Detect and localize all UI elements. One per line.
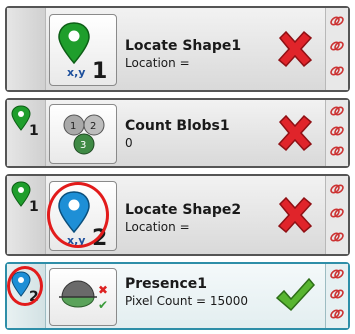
tool-detail: Location = <box>125 220 190 234</box>
locate-shape-icon[interactable]: x,y 1 <box>49 14 117 86</box>
tool-presence1[interactable]: 2 ✖ ✔ Presence1 Pixel Count = 15000 <box>5 262 350 330</box>
highlight-circle <box>47 182 109 248</box>
presence-dome-icon: ✖ ✔ <box>59 280 108 312</box>
tool-detail: Location = <box>125 56 190 70</box>
blob-number: 2 <box>90 121 96 132</box>
chain-link-icon[interactable] <box>329 206 345 220</box>
tool-detail: Pixel Count = 15000 <box>125 294 249 308</box>
chain-link-icon[interactable] <box>329 39 345 53</box>
green-pin-reference-icon: 1 <box>11 105 39 138</box>
count-blobs-icon[interactable]: 1 2 3 <box>49 104 117 164</box>
xy-caption: x,y <box>67 66 85 79</box>
chain-link-icon[interactable] <box>329 307 345 321</box>
tool-reference-strip <box>7 8 46 90</box>
fail-x-icon <box>277 114 313 152</box>
link-strip <box>325 8 348 90</box>
tool-reference-strip: 2 <box>7 264 46 328</box>
link-strip <box>325 264 348 328</box>
chain-link-icon[interactable] <box>329 267 345 281</box>
chain-link-icon[interactable] <box>329 14 345 28</box>
reference-number: 1 <box>29 123 39 138</box>
tool-detail: 0 <box>125 136 133 150</box>
blob-number: 1 <box>70 121 76 132</box>
tool-name: Locate Shape2 <box>125 202 242 218</box>
chain-link-icon[interactable] <box>329 104 345 118</box>
chain-link-icon[interactable] <box>329 230 345 244</box>
svg-text:✖: ✖ <box>98 283 108 297</box>
highlight-circle <box>7 266 43 306</box>
green-pin-icon: x,y 1 <box>58 22 107 84</box>
link-strip <box>325 176 348 254</box>
tool-reference-strip: 1 <box>7 176 46 254</box>
tool-name: Locate Shape1 <box>125 38 242 54</box>
fail-x-icon <box>277 196 313 234</box>
blob-number: 3 <box>80 140 86 151</box>
icon-number: 1 <box>92 59 107 84</box>
tool-reference-strip: 1 <box>7 100 46 166</box>
presence-icon[interactable]: ✖ ✔ <box>49 268 117 326</box>
reference-number: 1 <box>29 199 39 214</box>
tool-locate-shape1[interactable]: x,y 1 Locate Shape1 Location = <box>5 6 350 92</box>
tool-name: Count Blobs1 <box>125 118 230 134</box>
fail-x-icon <box>277 30 313 68</box>
chain-link-icon[interactable] <box>329 64 345 78</box>
tool-name: Presence1 <box>125 276 207 292</box>
tool-count-blobs1[interactable]: 1 1 2 3 Count Blobs1 0 <box>5 98 350 168</box>
pass-check-icon <box>275 277 315 312</box>
tool-locate-shape2[interactable]: 1 x,y 2 Locate Shape2 Location = <box>5 174 350 256</box>
chain-link-icon[interactable] <box>329 182 345 196</box>
green-pin-reference-icon: 1 <box>11 181 39 214</box>
svg-text:✔: ✔ <box>98 298 108 312</box>
link-strip <box>325 100 348 166</box>
chain-link-icon[interactable] <box>329 287 345 301</box>
blobs-icon: 1 2 3 <box>63 114 105 155</box>
chain-link-icon[interactable] <box>329 124 345 138</box>
chain-link-icon[interactable] <box>329 144 345 158</box>
